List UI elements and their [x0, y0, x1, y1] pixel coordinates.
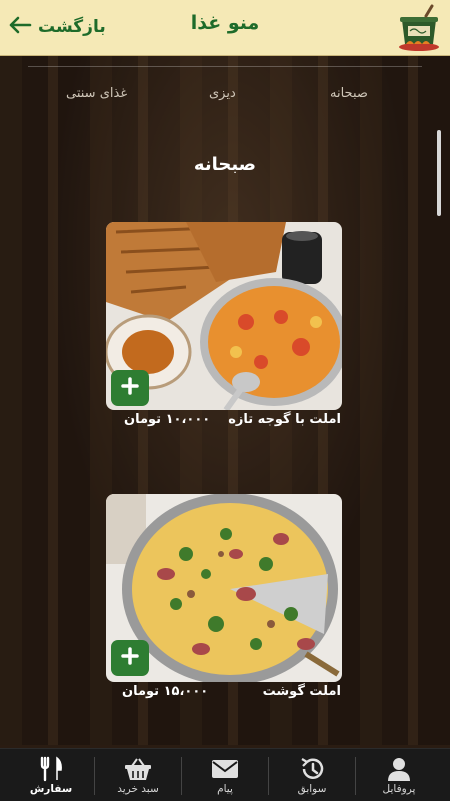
- nav-order[interactable]: سفارش: [8, 749, 94, 801]
- tab-dizi[interactable]: دیزی: [209, 86, 236, 101]
- section-title: صبحانه: [193, 154, 257, 175]
- nav-label: پیام: [217, 783, 233, 795]
- app-header: بازگشت منو غذا: [0, 0, 450, 56]
- nav-messages[interactable]: پیام: [182, 749, 268, 801]
- add-to-cart-button[interactable]: [111, 370, 149, 406]
- nav-label: سوابق: [297, 783, 327, 795]
- tabs-divider: [28, 66, 422, 67]
- nav-cart[interactable]: سبد خرید: [95, 749, 181, 801]
- item-price: ۱۵،۰۰۰ تومان: [122, 684, 209, 699]
- restaurant-logo: [396, 4, 442, 52]
- nav-profile[interactable]: پروفایل: [356, 749, 442, 801]
- nav-divider: [355, 757, 356, 795]
- nav-divider: [181, 757, 182, 795]
- user-icon: [386, 756, 412, 782]
- nav-divider: [94, 757, 95, 795]
- nav-divider: [268, 757, 269, 795]
- tab-breakfast[interactable]: صبحانه: [330, 86, 368, 101]
- mail-icon: [211, 756, 239, 782]
- plus-icon: [120, 376, 140, 400]
- page-title: منو غذا: [190, 12, 260, 34]
- basket-icon: [124, 756, 152, 782]
- nav-history[interactable]: سوابق: [269, 749, 355, 801]
- nav-label: سفارش: [29, 783, 73, 795]
- bottom-navigation: پروفایل سوابق پیام سبد خرید سفارش: [0, 748, 450, 801]
- history-icon: [299, 756, 325, 782]
- tab-traditional-food[interactable]: غذای سنتی: [66, 86, 127, 101]
- add-to-cart-button[interactable]: [111, 640, 149, 676]
- nav-label: پروفایل: [382, 783, 416, 795]
- item-name: املت گوشت: [262, 684, 341, 699]
- nav-label: سبد خرید: [117, 783, 159, 795]
- plus-icon: [120, 646, 140, 670]
- fork-knife-icon: [38, 756, 64, 782]
- item-price: ۱۰،۰۰۰ تومان: [124, 412, 211, 427]
- item-name: املت با گوجه تازه: [228, 412, 341, 427]
